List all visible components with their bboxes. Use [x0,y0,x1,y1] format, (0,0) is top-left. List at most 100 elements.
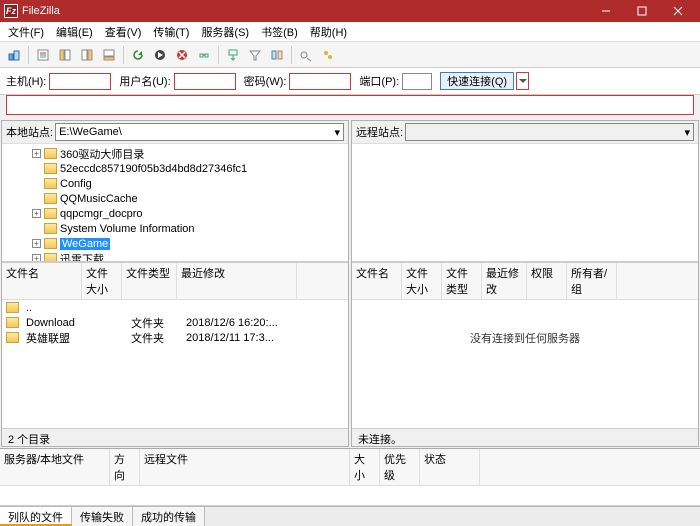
tree-label: 360驱动大师目录 [60,146,144,162]
cell-type: 文件夹 [127,315,182,331]
message-log[interactable] [6,95,694,115]
toggle-queue-button[interactable] [99,45,119,65]
site-manager-button[interactable] [4,45,24,65]
queue-tabs: 列队的文件传输失败成功的传输 [0,506,700,526]
toggle-local-tree-button[interactable] [55,45,75,65]
column-header[interactable]: 服务器/本地文件 [0,449,110,485]
remote-path-combo[interactable]: ▾ [405,123,694,141]
expand-toggle[interactable]: + [32,149,41,158]
username-input[interactable] [174,73,236,90]
local-path-combo[interactable]: E:\WeGame\ ▾ [55,123,344,141]
refresh-button[interactable] [128,45,148,65]
folder-icon [6,332,19,343]
username-label: 用户名(U): [119,73,170,89]
column-header[interactable]: 所有者/组 [567,263,617,299]
compare-button[interactable] [267,45,287,65]
menu-item[interactable]: 文件(F) [2,22,50,42]
maximize-button[interactable] [624,0,660,22]
port-input[interactable] [402,73,432,90]
local-site-label: 本地站点: [6,124,53,140]
tree-label: QQMusicCache [60,193,138,205]
host-label: 主机(H): [6,73,46,89]
menu-item[interactable]: 传输(T) [147,22,195,42]
local-tree[interactable]: +360驱动大师目录52eccdc857190f05b3d4bd8d27346f… [2,144,348,262]
column-header[interactable]: 大小 [350,449,380,485]
password-input[interactable] [289,73,351,90]
column-header[interactable]: 远程文件 [140,449,350,485]
tree-node[interactable]: QQMusicCache [6,191,344,206]
reconnect-button[interactable] [223,45,243,65]
toggle-log-button[interactable] [33,45,53,65]
tree-node[interactable]: System Volume Information [6,221,344,236]
quickconnect-button[interactable]: 快速连接(Q) [440,72,514,90]
column-header[interactable]: 文件名 [352,263,402,299]
expand-toggle[interactable]: + [32,209,41,218]
column-header[interactable]: 文件名 [2,263,82,299]
remote-pane: 远程站点: ▾ 文件名文件大小文件类型最近修改权限所有者/组 没有连接到任何服务… [351,120,699,447]
queue-tab[interactable]: 成功的传输 [133,507,205,526]
folder-icon [44,253,57,262]
host-input[interactable] [49,73,111,90]
quickconnect-history-dropdown[interactable] [516,72,529,90]
remote-file-list[interactable]: 没有连接到任何服务器 [352,300,698,428]
column-header[interactable]: 最近修改 [177,263,297,299]
cell-name: Download [22,317,87,329]
queue-process-button[interactable] [150,45,170,65]
tree-label: Config [60,178,92,190]
column-header[interactable]: 文件类型 [442,263,482,299]
find-button[interactable] [318,45,338,65]
toggle-remote-tree-button[interactable] [77,45,97,65]
local-file-list[interactable]: ..Download文件夹2018/12/6 16:20:...英雄联盟文件夹2… [2,300,348,428]
list-item[interactable]: Download文件夹2018/12/6 16:20:... [2,315,348,330]
tree-node[interactable]: + 迅雷下载 [6,251,344,262]
expand-toggle[interactable]: + [32,254,41,262]
sync-browse-button[interactable] [296,45,316,65]
column-header[interactable]: 文件大小 [82,263,122,299]
list-item[interactable]: .. [2,300,348,315]
local-path-value: E:\WeGame\ [59,126,122,138]
cancel-button[interactable] [172,45,192,65]
column-header[interactable]: 状态 [420,449,480,485]
tree-node[interactable]: 52eccdc857190f05b3d4bd8d27346fc1 [6,161,344,176]
filter-button[interactable] [245,45,265,65]
remote-tree[interactable] [352,144,698,262]
expand-toggle[interactable]: + [32,239,41,248]
remote-list-header: 文件名文件大小文件类型最近修改权限所有者/组 [352,262,698,300]
menu-item[interactable]: 编辑(E) [50,22,99,42]
toolbar [0,42,700,68]
column-header[interactable]: 文件类型 [122,263,177,299]
chevron-down-icon: ▾ [684,126,690,139]
chevron-down-icon: ▾ [334,126,340,139]
folder-icon [6,317,19,328]
minimize-button[interactable] [588,0,624,22]
separator-icon [123,46,124,64]
tree-node[interactable]: +WeGame [6,236,344,251]
queue-body[interactable] [0,486,700,506]
menubar: 文件(F)编辑(E)查看(V)传输(T)服务器(S)书签(B)帮助(H) [0,22,700,42]
remote-status: 未连接。 [352,428,698,446]
menu-item[interactable]: 书签(B) [255,22,304,42]
column-header[interactable]: 文件大小 [402,263,442,299]
close-button[interactable] [660,0,696,22]
column-header[interactable]: 最近修改 [482,263,527,299]
menu-item[interactable]: 服务器(S) [195,22,255,42]
tree-label: 52eccdc857190f05b3d4bd8d27346fc1 [60,163,247,175]
menu-item[interactable]: 查看(V) [99,22,148,42]
tree-label: 迅雷下载 [60,251,104,263]
tree-node[interactable]: Config [6,176,344,191]
column-header[interactable]: 方向 [110,449,140,485]
menu-item[interactable]: 帮助(H) [304,22,353,42]
local-pane: 本地站点: E:\WeGame\ ▾ +360驱动大师目录52eccdc8571… [1,120,349,447]
disconnect-button[interactable] [194,45,214,65]
tree-node[interactable]: +qqpcmgr_docpro [6,206,344,221]
remote-empty-message: 没有连接到任何服务器 [352,300,698,346]
queue-tab[interactable]: 传输失败 [72,507,133,526]
local-list-header: 文件名文件大小文件类型最近修改 [2,262,348,300]
local-path-row: 本地站点: E:\WeGame\ ▾ [2,121,348,144]
column-header[interactable]: 权限 [527,263,567,299]
column-header[interactable]: 优先级 [380,449,420,485]
list-item[interactable]: 英雄联盟文件夹2018/12/11 17:3... [2,330,348,345]
queue-tab[interactable]: 列队的文件 [0,507,72,526]
tree-node[interactable]: +360驱动大师目录 [6,146,344,161]
folder-icon [44,148,57,159]
